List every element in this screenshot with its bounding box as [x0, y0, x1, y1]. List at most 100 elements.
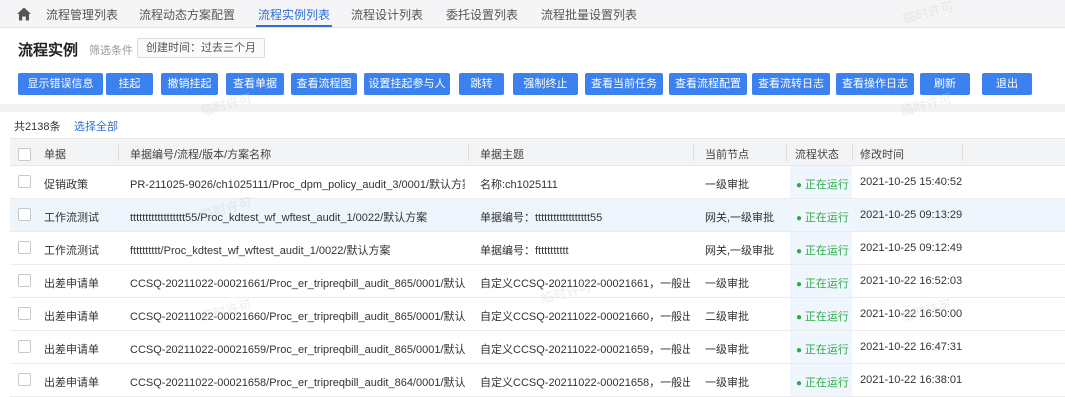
tab-process-management[interactable]: 流程管理列表 — [46, 6, 118, 23]
status-cell: ● 正在运行 — [790, 199, 852, 231]
cell-code: fttttttttt/Proc_kdtest_wf_wftest_audit_1… — [130, 245, 391, 257]
table-row[interactable]: 出差申请单 CCSQ-20211022-00021660/Proc_er_tri… — [10, 298, 1065, 331]
column-separator — [852, 145, 853, 161]
table-row[interactable]: 促销政策 PR-211025-9026/ch1025111/Proc_dpm_p… — [10, 166, 1065, 199]
cell-document: 工作流测试 — [44, 212, 99, 224]
column-header-status[interactable]: 流程状态 — [795, 146, 839, 162]
home-icon[interactable] — [16, 6, 32, 22]
table-row[interactable]: 工作流测试 fttttttttt/Proc_kdtest_wf_wftest_a… — [10, 232, 1065, 265]
column-separator — [786, 145, 787, 161]
tab-delegation-settings[interactable]: 委托设置列表 — [446, 6, 518, 23]
column-header-code[interactable]: 单据编号/流程/版本/方案名称 — [130, 146, 271, 162]
filter-chip[interactable]: 创建时间：过去三个月 — [137, 38, 265, 58]
row-checkbox[interactable] — [18, 274, 31, 287]
status-badge: ● 正在运行 — [796, 179, 849, 191]
cell-code: PR-211025-9026/ch1025111/Proc_dpm_policy… — [130, 179, 465, 191]
cell-document: 出差申请单 — [44, 311, 99, 323]
view-process-config-button[interactable]: 查看流程配置 — [669, 73, 747, 95]
cell-current-node: 一级审批 — [705, 278, 749, 290]
view-operation-log-button[interactable]: 查看操作日志 — [836, 73, 914, 95]
exit-button[interactable]: 退出 — [982, 73, 1032, 95]
tab-dynamic-scheme-config[interactable]: 流程动态方案配置 — [139, 6, 235, 23]
filter-label: 筛选条件 — [89, 45, 133, 57]
cell-document: 工作流测试 — [44, 245, 99, 257]
status-badge: ● 正在运行 — [796, 212, 849, 224]
column-header-modified-time[interactable]: 修改时间 — [860, 146, 904, 162]
cell-subject: 单据编号：ftttttttttt — [480, 245, 569, 257]
status-badge: ● 正在运行 — [796, 311, 849, 323]
status-badge: ● 正在运行 — [796, 377, 849, 389]
cancel-suspend-button[interactable]: 撤销挂起 — [161, 73, 218, 95]
show-error-info-button[interactable]: 显示错误信息 — [18, 73, 103, 95]
cell-current-node: 网关,一级审批 — [705, 212, 775, 224]
column-separator — [468, 145, 469, 161]
cell-modified-time: 2021-10-22 16:50:00 — [860, 308, 963, 320]
view-flow-log-button[interactable]: 查看流转日志 — [752, 73, 830, 95]
table-row[interactable]: 出差申请单 CCSQ-20211022-00021658/Proc_er_tri… — [10, 364, 1065, 397]
cell-modified-time: 2021-10-22 16:52:03 — [860, 275, 963, 287]
cell-document: 出差申请单 — [44, 377, 99, 389]
row-checkbox[interactable] — [18, 241, 31, 254]
cell-document: 出差申请单 — [44, 278, 99, 290]
set-suspend-participants-button[interactable]: 设置挂起参与人 — [364, 73, 450, 95]
tab-process-instances[interactable]: 流程实例列表 — [258, 6, 330, 23]
cell-current-node: 一级审批 — [705, 179, 749, 191]
cell-subject: 自定义CCSQ-20211022-00021658，一般出差 — [480, 377, 690, 389]
cell-subject: 自定义CCSQ-20211022-00021660，一般出差 — [480, 311, 690, 323]
column-separator — [693, 145, 694, 161]
table-header: 单据 单据编号/流程/版本/方案名称 单据主题 当前节点 流程状态 修改时间 — [10, 138, 1065, 166]
column-header-subject[interactable]: 单据主题 — [480, 146, 524, 162]
view-document-button[interactable]: 查看单据 — [226, 73, 284, 95]
row-checkbox[interactable] — [18, 175, 31, 188]
force-terminate-button[interactable]: 强制终止 — [513, 73, 578, 95]
cell-subject: 自定义CCSQ-20211022-00021661，一般出差 — [480, 278, 690, 290]
action-toolbar: 显示错误信息 挂起 撤销挂起 查看单据 查看流程图 设置挂起参与人 跳转 强制终… — [0, 66, 1065, 106]
status-cell: ● 正在运行 — [790, 331, 852, 363]
cell-code: tttttttttttttttttt55/Proc_kdtest_wf_wfte… — [130, 212, 428, 224]
view-flowchart-button[interactable]: 查看流程图 — [291, 73, 357, 95]
row-checkbox[interactable] — [18, 373, 31, 386]
tab-process-design[interactable]: 流程设计列表 — [351, 6, 423, 23]
cell-document: 促销政策 — [44, 179, 88, 191]
status-cell: ● 正在运行 — [790, 232, 852, 264]
status-badge: ● 正在运行 — [796, 245, 849, 257]
cell-modified-time: 2021-10-25 15:40:52 — [860, 176, 963, 188]
tab-batch-settings[interactable]: 流程批量设置列表 — [541, 6, 637, 23]
column-header-current-node[interactable]: 当前节点 — [705, 146, 749, 162]
status-cell: ● 正在运行 — [790, 166, 852, 198]
cell-document: 出差申请单 — [44, 344, 99, 356]
cell-subject: 名称:ch1025111 — [480, 179, 558, 191]
active-tab-indicator — [256, 25, 332, 27]
select-all-link[interactable]: 选择全部 — [74, 118, 118, 134]
view-current-task-button[interactable]: 查看当前任务 — [585, 73, 663, 95]
cell-current-node: 二级审批 — [705, 311, 749, 323]
refresh-button[interactable]: 刷新 — [920, 73, 970, 95]
header-checkbox[interactable] — [18, 148, 31, 161]
suspend-button[interactable]: 挂起 — [106, 73, 153, 95]
cell-current-node: 一级审批 — [705, 377, 749, 389]
table-row[interactable]: 出差申请单 CCSQ-20211022-00021661/Proc_er_tri… — [10, 265, 1065, 298]
cell-code: CCSQ-20211022-00021659/Proc_er_tripreqbi… — [130, 344, 465, 356]
cell-modified-time: 2021-10-22 16:47:31 — [860, 341, 963, 353]
row-checkbox[interactable] — [18, 208, 31, 221]
cell-code: CCSQ-20211022-00021658/Proc_er_tripreqbi… — [130, 377, 465, 389]
column-header-document[interactable]: 单据 — [44, 146, 66, 162]
jump-button[interactable]: 跳转 — [459, 73, 504, 95]
title-row: 流程实例 筛选条件 创建时间：过去三个月 — [0, 28, 1065, 66]
cell-current-node: 一级审批 — [705, 344, 749, 356]
status-cell: ● 正在运行 — [790, 265, 852, 297]
table-row[interactable]: 出差申请单 CCSQ-20211022-00021659/Proc_er_tri… — [10, 331, 1065, 364]
top-nav-bar: 流程管理列表 流程动态方案配置 流程实例列表 流程设计列表 委托设置列表 流程批… — [0, 0, 1065, 28]
table-row[interactable]: 工作流测试 tttttttttttttttttt55/Proc_kdtest_w… — [10, 199, 1065, 232]
cell-modified-time: 2021-10-25 09:13:29 — [860, 209, 963, 221]
status-cell: ● 正在运行 — [790, 298, 852, 330]
status-cell: ● 正在运行 — [790, 364, 852, 396]
list-summary: 共2138条 选择全部 — [0, 112, 1065, 136]
status-badge: ● 正在运行 — [796, 344, 849, 356]
page-title: 流程实例 — [18, 42, 79, 59]
cell-modified-time: 2021-10-25 09:12:49 — [860, 242, 963, 254]
row-checkbox[interactable] — [18, 307, 31, 320]
status-badge: ● 正在运行 — [796, 278, 849, 290]
row-checkbox[interactable] — [18, 340, 31, 353]
section-divider — [0, 104, 1065, 112]
